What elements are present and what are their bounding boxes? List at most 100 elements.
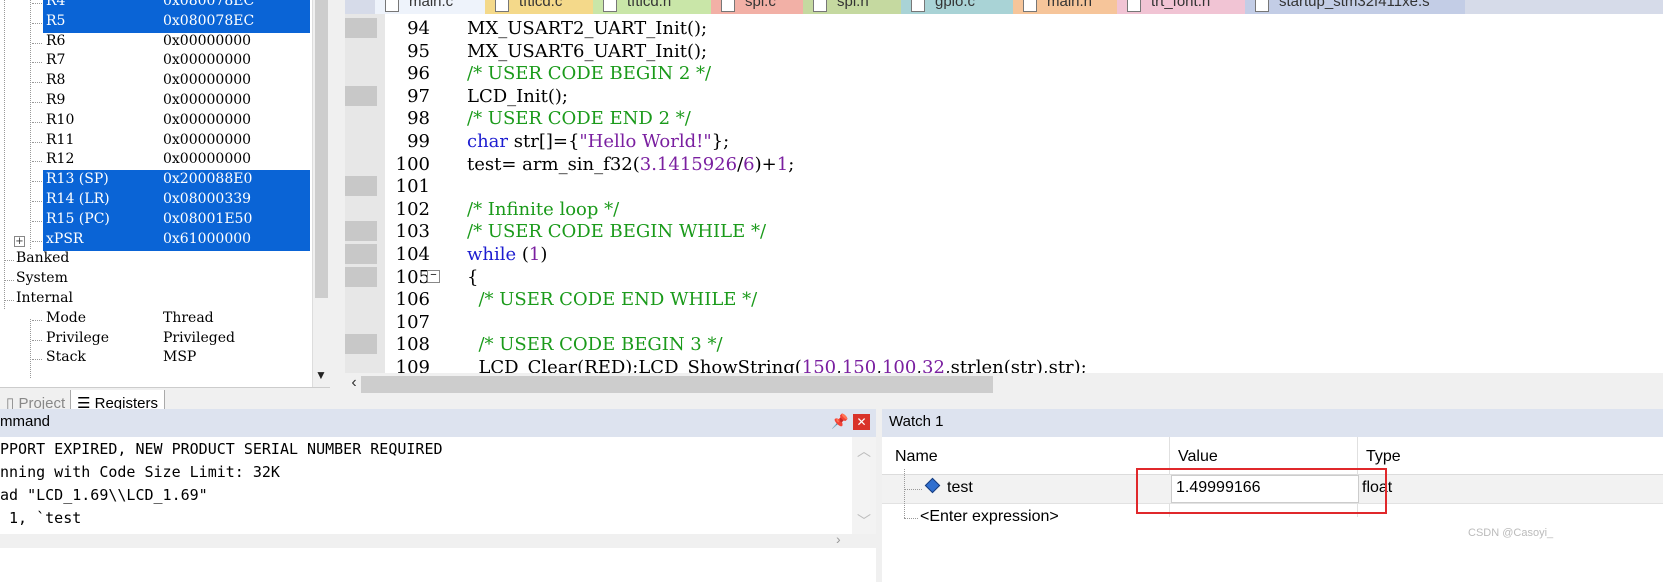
tree-line: [4, 280, 14, 282]
group-label: Internal: [16, 290, 73, 306]
command-horizontal-scrollbar[interactable]: ›: [0, 531, 876, 548]
register-value[interactable]: 0x61000000: [163, 231, 251, 247]
editor-tab[interactable]: main.c: [375, 0, 485, 14]
code-line[interactable]: 97 LCD_Init();: [345, 85, 1663, 108]
register-group[interactable]: Internal: [0, 289, 312, 310]
register-row[interactable]: R12 0x00000000: [0, 150, 312, 171]
expand-icon[interactable]: +: [14, 235, 25, 247]
close-icon[interactable]: ✕: [853, 414, 870, 430]
scroll-down-icon[interactable]: ﹀: [857, 511, 871, 531]
tree-line: [4, 300, 14, 301]
register-value[interactable]: MSP: [163, 349, 196, 365]
column-type[interactable]: Type: [1366, 448, 1401, 466]
register-value[interactable]: Thread: [163, 310, 214, 326]
editor-tab[interactable]: gpio.c: [901, 0, 1013, 14]
register-value[interactable]: 0x00000000: [163, 132, 251, 148]
register-row[interactable]: R5 0x080078EC: [0, 11, 312, 33]
register-row[interactable]: R8 0x00000000: [0, 71, 312, 92]
code-line[interactable]: 108 /* USER CODE BEGIN 3 */: [345, 333, 1663, 356]
scrollbar-thumb[interactable]: [361, 376, 993, 393]
code-editor[interactable]: 94 MX_USART2_UART_Init(); 95 MX_USART6_UART…: [345, 14, 1663, 396]
register-row[interactable]: R14 (LR) 0x08000339: [0, 190, 312, 211]
column-name[interactable]: Name: [895, 448, 938, 466]
editor-tab-label: main.h: [1047, 0, 1093, 10]
editor-tab[interactable]: main.h: [1013, 0, 1117, 14]
register-row[interactable]: Mode Thread: [0, 309, 312, 330]
register-value[interactable]: 0x00000000: [163, 151, 251, 167]
code-line[interactable]: 95 MX_USART6_UART_Init();: [345, 40, 1663, 63]
register-row[interactable]: xPSR 0x61000000 +: [0, 229, 312, 251]
editor-tab-label: trt_font.h: [1151, 0, 1211, 10]
code-text: /* USER CODE BEGIN 2 */: [467, 63, 712, 85]
register-value[interactable]: 0x00000000: [163, 52, 251, 68]
register-row[interactable]: R9 0x00000000: [0, 91, 312, 112]
pin-icon[interactable]: 📌: [831, 413, 848, 430]
register-row[interactable]: R11 0x00000000: [0, 131, 312, 152]
scroll-up-icon[interactable]: ︿: [857, 441, 871, 461]
tree-line: [32, 339, 42, 341]
code-line[interactable]: 101: [345, 175, 1663, 198]
code-line[interactable]: 105 {: [345, 266, 1663, 289]
register-value[interactable]: 0x00000000: [163, 33, 251, 49]
register-row[interactable]: Privilege Privileged: [0, 329, 312, 350]
editor-tab[interactable]: startup_stm32f411xe.s: [1245, 0, 1465, 14]
editor-horizontal-scrollbar[interactable]: ‹: [345, 373, 1663, 396]
register-row[interactable]: R6 0x00000000: [0, 32, 312, 53]
register-value[interactable]: 0x08000339: [163, 191, 251, 207]
code-line[interactable]: 107: [345, 311, 1663, 334]
command-output: PPORT EXPIRED, NEW PRODUCT SERIAL NUMBER…: [0, 437, 876, 582]
scrollbar-thumb[interactable]: [315, 0, 328, 298]
scroll-right-icon[interactable]: ›: [836, 531, 841, 547]
code-text: while (1): [467, 244, 548, 265]
register-value[interactable]: 0x00000000: [163, 92, 251, 108]
code-line[interactable]: 100 test= arm_sin_f32(3.1415926/6)+1;: [345, 153, 1663, 176]
editor-tab[interactable]: tftlcd.h: [593, 0, 711, 14]
code-line[interactable]: 104 while (1): [345, 243, 1663, 266]
register-value[interactable]: 0x080078EC: [163, 0, 254, 9]
register-name: R15 (PC): [46, 210, 110, 227]
register-group[interactable]: System: [0, 269, 312, 290]
register-value[interactable]: 0x080078EC: [163, 13, 254, 29]
editor-tab[interactable]: tftlcd.c: [485, 0, 593, 14]
code-text: /* Infinite loop */: [467, 198, 620, 220]
watch-name[interactable]: test: [947, 479, 973, 497]
tree-line: [32, 201, 42, 202]
editor-tab[interactable]: spi.c: [711, 0, 803, 14]
column-value[interactable]: Value: [1178, 448, 1218, 466]
register-row[interactable]: Stack MSP: [0, 348, 312, 369]
tree-line: [32, 121, 42, 123]
code-line[interactable]: 94 MX_USART2_UART_Init();: [345, 17, 1663, 40]
editor-tab-label: gpio.c: [935, 0, 976, 10]
register-group[interactable]: Banked: [0, 249, 312, 270]
registers-scrollbar[interactable]: ▼: [312, 0, 330, 387]
register-row[interactable]: R13 (SP) 0x200088E0: [0, 170, 312, 192]
code-line[interactable]: 98 /* USER CODE END 2 */: [345, 107, 1663, 130]
register-value[interactable]: 0x200088E0: [163, 171, 252, 187]
register-value[interactable]: 0x00000000: [163, 72, 251, 88]
register-row[interactable]: R10 0x00000000: [0, 111, 312, 132]
command-vertical-scrollbar[interactable]: ︿ ﹀: [852, 437, 876, 542]
tree-line: [32, 22, 42, 24]
editor-tab[interactable]: spi.h: [803, 0, 901, 14]
editor-tab-label: tftlcd.c: [519, 0, 563, 10]
editor-tab[interactable]: trt_font.h: [1117, 0, 1245, 14]
scroll-down-icon[interactable]: ▼: [315, 368, 327, 382]
tree-line: [904, 518, 918, 519]
code-line[interactable]: 102 /* Infinite loop */: [345, 198, 1663, 221]
register-row[interactable]: R15 (PC) 0x08001E50: [0, 209, 312, 231]
register-name: R8: [46, 72, 66, 89]
code-line[interactable]: 96 /* USER CODE BEGIN 2 */: [345, 62, 1663, 85]
group-label: System: [16, 270, 68, 287]
line-number: 108: [395, 334, 430, 356]
code-line[interactable]: 99 char str[]={"Hello World!"};: [345, 130, 1663, 153]
register-value[interactable]: 0x00000000: [163, 112, 251, 128]
fold-collapse-icon[interactable]: −: [427, 270, 440, 283]
register-value[interactable]: Privileged: [163, 330, 235, 346]
enter-expression[interactable]: <Enter expression>: [920, 508, 1059, 526]
line-number: 106: [395, 289, 430, 311]
code-line[interactable]: 103 /* USER CODE BEGIN WHILE */: [345, 220, 1663, 243]
register-name: R10: [46, 111, 75, 128]
code-line[interactable]: 106 /* USER CODE END WHILE */: [345, 288, 1663, 311]
register-value[interactable]: 0x08001E50: [163, 211, 252, 227]
register-row[interactable]: R7 0x00000000: [0, 51, 312, 72]
